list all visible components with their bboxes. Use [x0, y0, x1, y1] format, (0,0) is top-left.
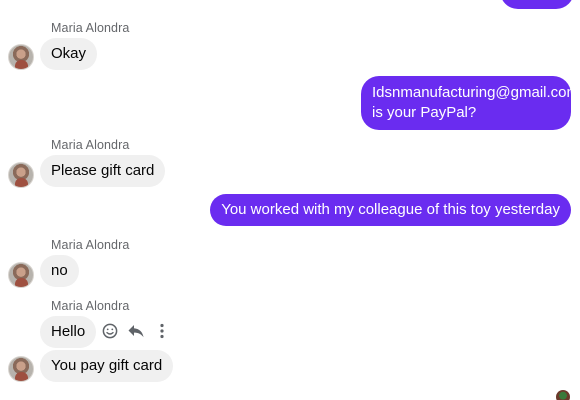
message-bubble-outgoing[interactable]: You worked with my colleague of this toy… [210, 194, 571, 226]
message-bubble-incoming[interactable]: Please gift card [40, 155, 166, 187]
message-bubble-outgoing[interactable]: Idsnmanufacturing@gmail.com is your PayP… [361, 76, 579, 130]
avatar[interactable] [8, 356, 34, 382]
message-bubble-incoming[interactable]: Okay [40, 38, 98, 70]
more-icon[interactable] [153, 322, 171, 340]
message-line: is your PayPal? [372, 104, 477, 121]
emoji-icon[interactable] [101, 322, 119, 340]
avatar[interactable] [8, 44, 34, 70]
message-hover-actions [101, 322, 171, 340]
sender-name: Maria Alondra [51, 21, 130, 35]
previous-outgoing-bubble[interactable] [500, 0, 574, 9]
message-bubble-incoming[interactable]: Hello [40, 316, 97, 348]
message-bubble-incoming[interactable]: You pay gift card [40, 350, 174, 382]
reply-icon[interactable] [127, 322, 145, 340]
avatar[interactable] [8, 262, 34, 288]
sender-name: Maria Alondra [51, 138, 130, 152]
message-line: Idsnmanufacturing@gmail.com [372, 84, 579, 101]
seen-avatar [556, 390, 570, 400]
avatar[interactable] [8, 162, 34, 188]
sender-name: Maria Alondra [51, 238, 130, 252]
sender-name: Maria Alondra [51, 299, 130, 313]
message-bubble-incoming[interactable]: no [40, 255, 79, 287]
